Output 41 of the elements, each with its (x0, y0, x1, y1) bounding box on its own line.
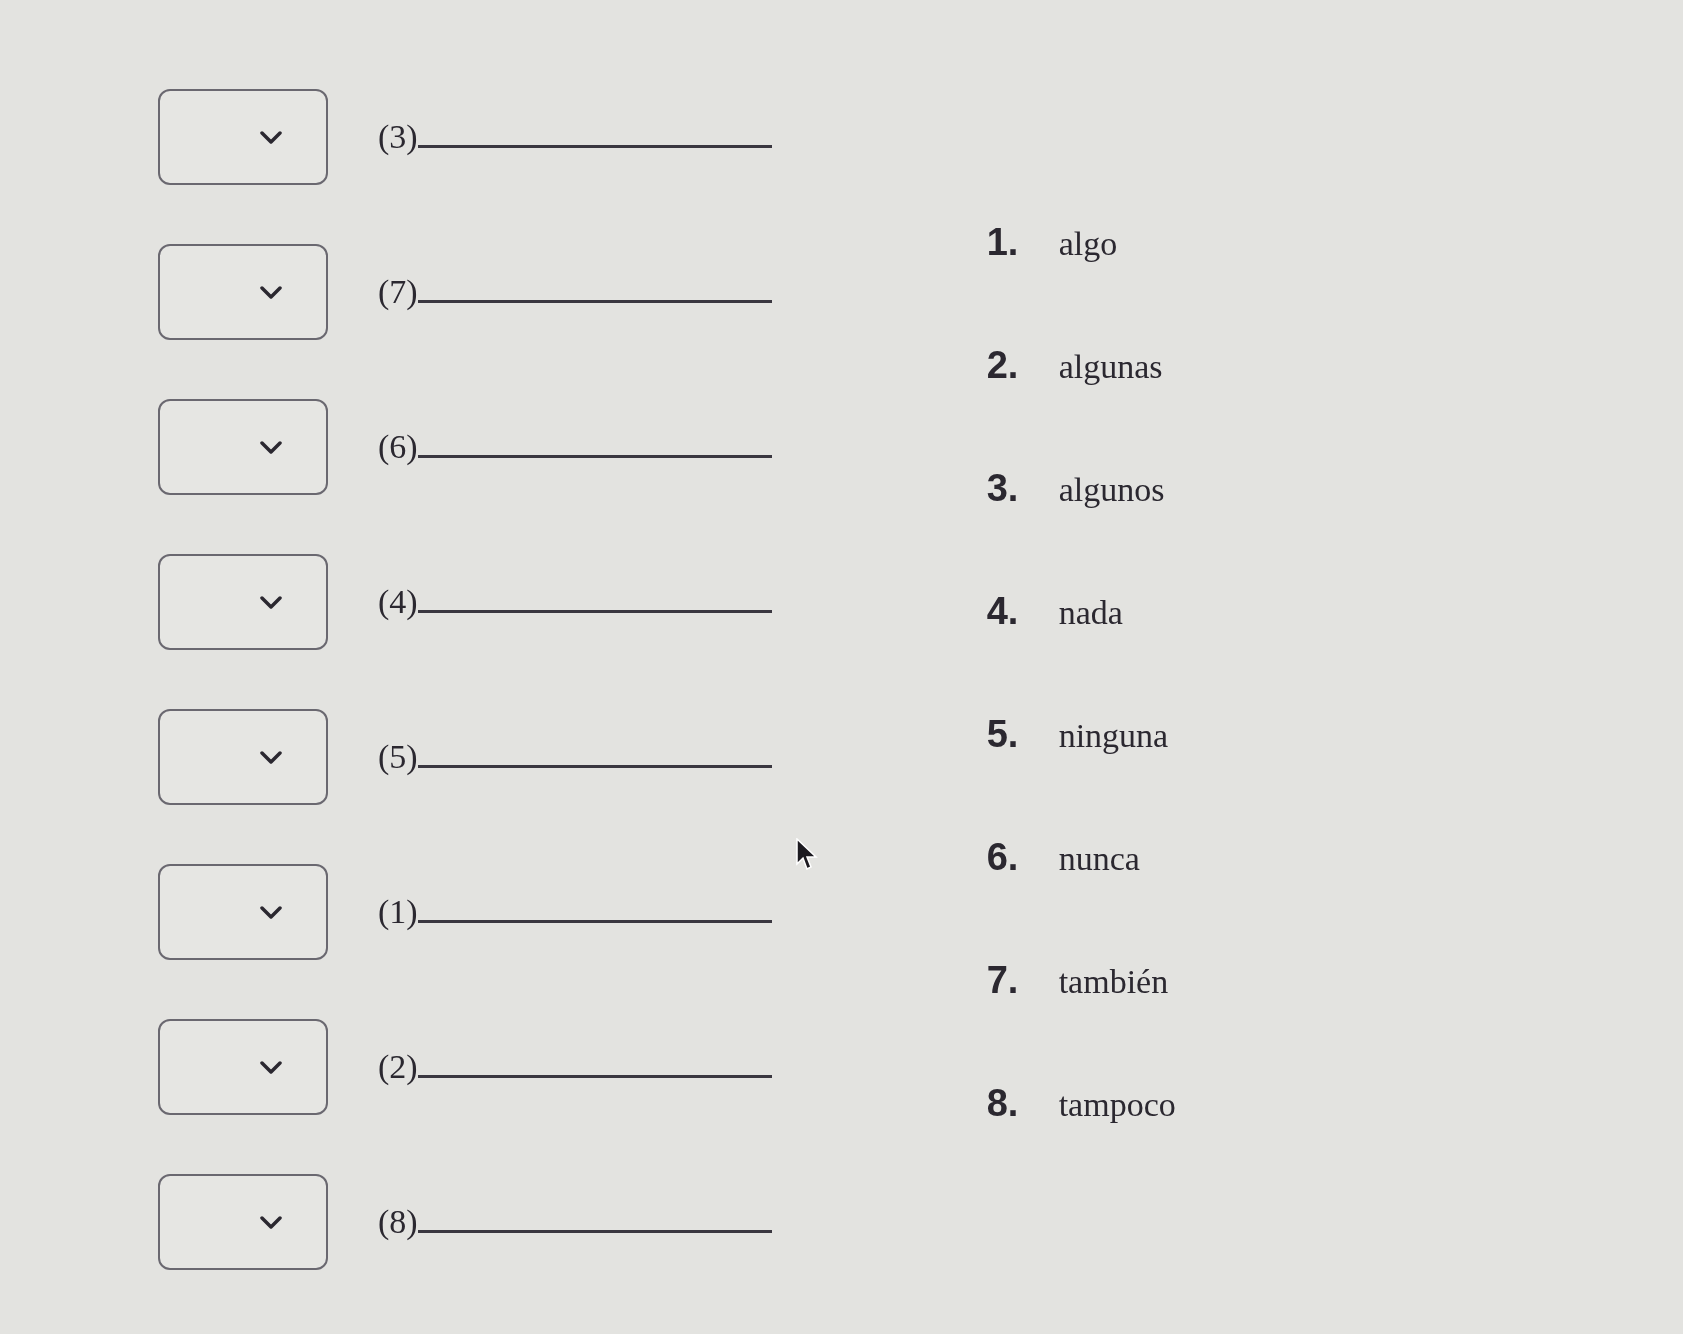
dropdown-select[interactable] (158, 1174, 328, 1270)
list-number: 2. (986, 346, 1020, 384)
list-number: 3. (986, 469, 1020, 507)
chevron-down-icon (260, 285, 282, 299)
dropdown-select[interactable] (158, 554, 328, 650)
word-option: algunos (1058, 473, 1165, 507)
list-number: 4. (986, 592, 1020, 630)
dropdown-select[interactable] (158, 1019, 328, 1115)
chevron-down-icon (260, 130, 282, 144)
word-option: nada (1058, 596, 1123, 630)
list-number: 1. (986, 223, 1020, 261)
blank-number: (5) (378, 740, 418, 774)
chevron-down-icon (260, 595, 282, 609)
blank-number: (1) (378, 895, 418, 929)
dropdown-select[interactable] (158, 864, 328, 960)
cursor-icon (796, 838, 818, 870)
blank-number: (6) (378, 430, 418, 464)
list-number: 7. (986, 961, 1020, 999)
word-option: ninguna (1058, 719, 1169, 753)
chevron-down-icon (260, 1215, 282, 1229)
blank-number: (4) (378, 585, 418, 619)
word-option: algunas (1058, 350, 1163, 384)
word-option: algo (1058, 227, 1118, 261)
blank-number: (7) (378, 275, 418, 309)
blank-number: (2) (378, 1050, 418, 1084)
word-option: nunca (1058, 842, 1140, 876)
list-number: 8. (986, 1084, 1020, 1122)
blank-number: (8) (378, 1205, 418, 1239)
chevron-down-icon (260, 750, 282, 764)
dropdown-select[interactable] (158, 89, 328, 185)
dropdown-select[interactable] (158, 709, 328, 805)
list-number: 6. (986, 838, 1020, 876)
chevron-down-icon (260, 905, 282, 919)
chevron-down-icon (260, 1060, 282, 1074)
dropdown-select[interactable] (158, 399, 328, 495)
list-number: 5. (986, 715, 1020, 753)
word-option: también (1058, 965, 1169, 999)
chevron-down-icon (260, 440, 282, 454)
dropdown-select[interactable] (158, 244, 328, 340)
blank-number: (3) (378, 120, 418, 154)
word-option: tampoco (1058, 1088, 1176, 1122)
